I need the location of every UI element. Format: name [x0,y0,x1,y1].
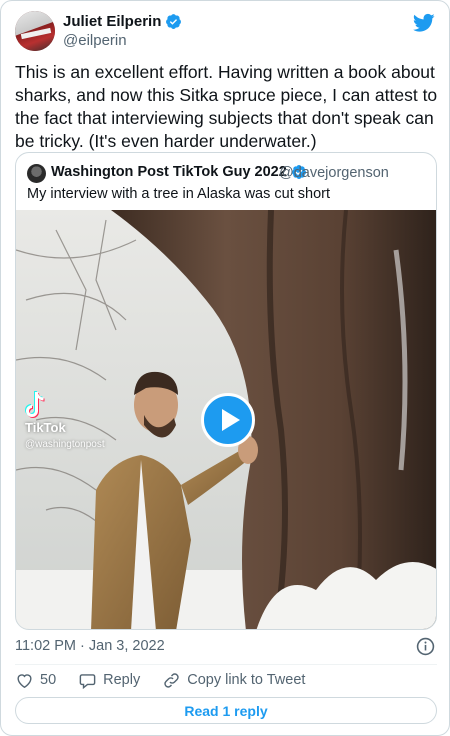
reply-button[interactable]: Reply [78,671,140,690]
quoted-author-avatar[interactable] [27,164,46,183]
tiktok-watermark: TikTok [25,390,66,435]
divider [15,664,437,665]
author-handle[interactable]: @eilperin [63,32,127,49]
like-button[interactable]: 50 [15,671,56,690]
tweet-actions: 50 Reply Copy link to Tweet [15,669,327,691]
tiktok-logo-icon [25,391,45,418]
copy-link-label: Copy link to Tweet [187,672,306,688]
heart-icon [17,673,32,688]
tweet-text: This is an excellent effort. Having writ… [15,62,438,151]
video-player[interactable]: TikTok @washingtonpost [16,210,436,629]
play-icon [221,409,240,431]
copy-link-button[interactable]: Copy link to Tweet [162,671,305,690]
quoted-author-handle[interactable]: @davejorgenson [279,165,389,181]
twitter-bird-icon[interactable] [413,13,435,33]
link-icon [164,672,179,688]
like-count: 50 [40,672,57,688]
quoted-author-name-row[interactable]: Washington Post TikTok Guy 2022 [51,164,307,180]
verified-badge-icon [166,14,182,29]
tweet-card: Juliet Eilperin @eilperin This is an exc… [0,0,450,736]
tiktok-brand-label: TikTok [25,420,66,435]
quoted-tweet[interactable]: Washington Post TikTok Guy 2022 @davejor… [15,152,437,630]
quoted-tweet-text: My interview with a tree in Alaska was c… [27,186,331,202]
play-button[interactable] [201,393,255,447]
tiktok-username: @washingtonpost [25,439,105,450]
tweet-timestamp[interactable]: 11:02 PM · Jan 3, 2022 [15,638,165,654]
read-reply-button[interactable]: Read 1 reply [15,697,437,724]
author-name-row[interactable]: Juliet Eilperin [63,13,182,30]
author-avatar[interactable] [15,11,55,51]
author-name[interactable]: Juliet Eilperin [63,13,161,30]
reply-label: Reply [103,672,141,688]
quoted-author-name[interactable]: Washington Post TikTok Guy 2022 [51,164,287,180]
reply-icon [79,673,96,689]
info-icon[interactable] [416,637,435,656]
